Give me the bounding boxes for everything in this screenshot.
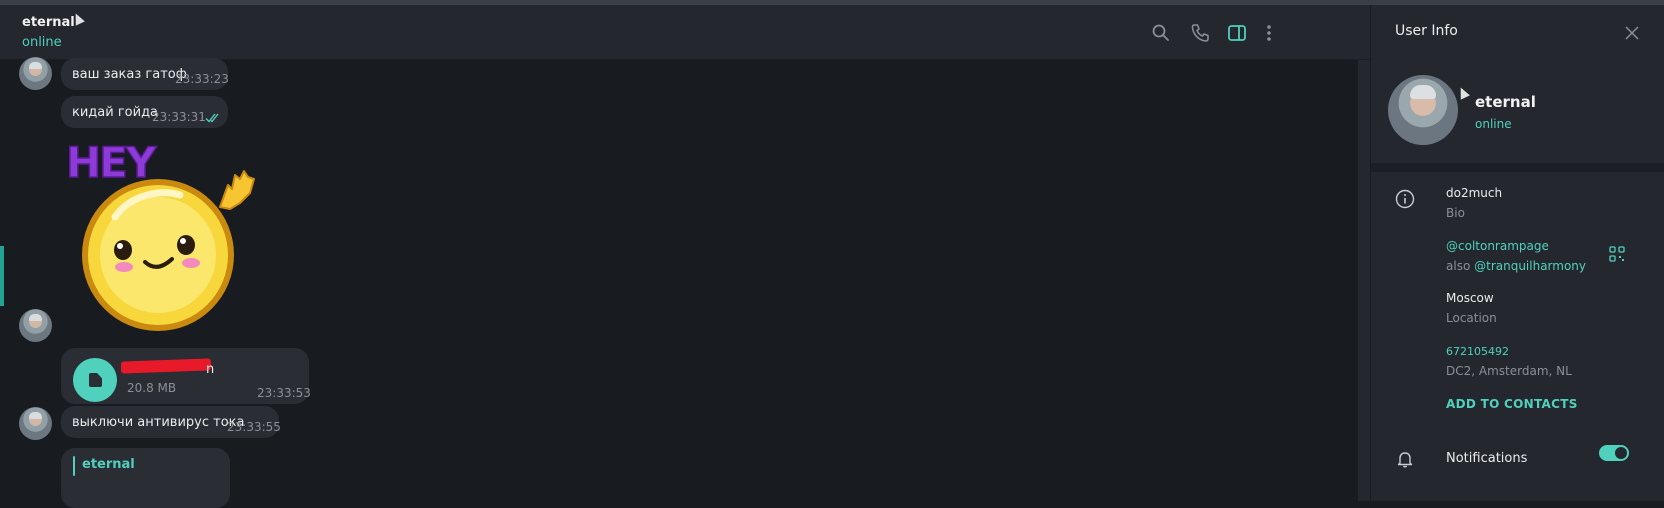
close-icon[interactable]: [1625, 26, 1639, 40]
reply-author[interactable]: eternal: [82, 457, 135, 472]
message-bubble[interactable]: кидай гойда 23:33:31: [61, 96, 228, 128]
avatar[interactable]: [19, 407, 52, 440]
panel-title: User Info: [1395, 23, 1458, 39]
file-icon: [89, 373, 102, 387]
file-message-bubble[interactable]: n 20.8 MB 23:33:53: [61, 348, 311, 404]
file-name-suffix: n: [206, 362, 215, 377]
message-list-scrollbar[interactable]: [1358, 60, 1370, 501]
message-text: выключи антивирус тока: [72, 415, 245, 430]
chat-highlight-marker: [0, 246, 4, 306]
panel-divider: [1371, 163, 1664, 172]
profile-avatar[interactable]: [1388, 75, 1458, 145]
message-time: 23:33:55: [227, 420, 281, 434]
redacted-file-name: [120, 358, 212, 374]
read-checkmarks-icon: [205, 113, 219, 123]
bio-value[interactable]: do2much: [1446, 186, 1502, 200]
add-to-contacts-button[interactable]: ADD TO CONTACTS: [1446, 397, 1578, 411]
profile-status: online: [1475, 117, 1512, 131]
reply-quote-bar: [73, 456, 75, 476]
hey-sticker[interactable]: HEY: [60, 137, 280, 337]
more-vertical-icon[interactable]: [1258, 22, 1280, 44]
search-icon[interactable]: [1150, 22, 1172, 44]
chat-peer-status: online: [22, 35, 62, 50]
message-time: 23:33:23: [175, 72, 229, 86]
bell-icon: [1397, 452, 1413, 468]
notifications-label: Notifications: [1446, 451, 1528, 466]
file-download-button[interactable]: [73, 358, 117, 402]
sticker-hey-text: HEY: [66, 138, 157, 187]
sidebar-toggle-icon[interactable]: [1226, 22, 1248, 44]
mouse-cursor-icon: [1456, 85, 1470, 100]
file-size: 20.8 MB: [127, 381, 177, 395]
username-link[interactable]: @coltonrampage: [1446, 239, 1549, 253]
avatar[interactable]: [19, 57, 52, 90]
also-username-row: also @tranquilharmony: [1446, 259, 1586, 273]
user-id[interactable]: 672105492: [1446, 345, 1509, 358]
location-label: Location: [1446, 311, 1497, 325]
avatar[interactable]: [19, 309, 52, 342]
message-time: 23:33:53: [257, 386, 311, 400]
chat-header[interactable]: eternal online: [0, 5, 1370, 60]
profile-name: eternal: [1475, 93, 1536, 111]
phone-icon[interactable]: [1189, 22, 1211, 44]
also-username-link[interactable]: @tranquilharmony: [1474, 259, 1586, 273]
chat-peer-name[interactable]: eternal: [22, 15, 75, 30]
message-text: кидай гойда: [72, 105, 159, 120]
info-icon: [1395, 189, 1415, 209]
qr-code-icon[interactable]: [1609, 246, 1625, 262]
user-info-panel: User Info eternal online do2much Bio @co…: [1371, 5, 1664, 501]
location-value[interactable]: Moscow: [1446, 291, 1494, 305]
also-prefix: also: [1446, 259, 1471, 273]
notifications-toggle[interactable]: [1599, 445, 1629, 461]
reply-message-bubble[interactable]: eternal: [61, 448, 230, 508]
datacenter-info: DC2, Amsterdam, NL: [1446, 364, 1572, 378]
bio-label: Bio: [1446, 206, 1465, 220]
message-bubble[interactable]: ваш заказ гатоф 23:33:23: [61, 58, 229, 90]
message-text: ваш заказ гатоф: [72, 67, 187, 82]
message-time: 23:33:31: [152, 110, 206, 124]
message-bubble[interactable]: выключи антивирус тока 23:33:55: [61, 406, 281, 438]
